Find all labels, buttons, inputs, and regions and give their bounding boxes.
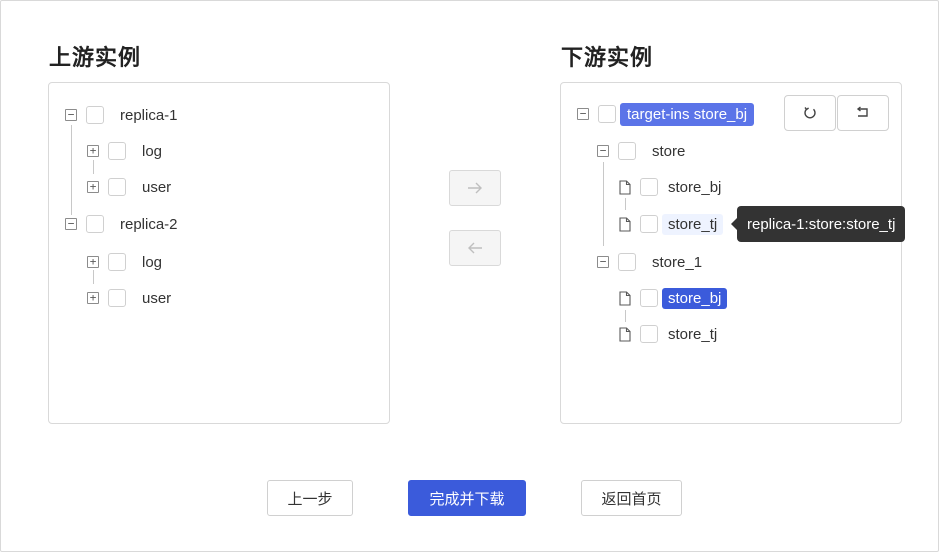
node-label[interactable]: store_1 [646,252,708,273]
node-label[interactable]: store [646,141,691,162]
node-label[interactable]: store_bj [662,177,727,198]
tree-leaf-store-tj[interactable]: store_tj [619,322,723,346]
refresh-button[interactable] [784,95,836,131]
finish-download-button[interactable]: 完成并下载 [408,480,526,516]
tree-node-store[interactable]: − store [597,139,691,163]
node-label[interactable]: store_tj [662,213,724,235]
tree-node-user[interactable]: + user [87,286,177,310]
checkbox[interactable] [618,142,636,160]
collapse-icon[interactable]: − [597,256,609,268]
checkbox[interactable] [86,106,104,124]
checkbox[interactable] [598,105,616,123]
return-button[interactable] [837,95,889,131]
file-icon [619,290,631,306]
checkbox[interactable] [640,289,658,307]
checkbox[interactable] [618,253,636,271]
arrow-right-icon [468,182,482,194]
node-label[interactable]: user [136,288,177,309]
expand-icon[interactable]: + [87,256,99,268]
transfer-left-button[interactable] [449,230,501,266]
arrow-left-icon [468,242,482,254]
checkbox[interactable] [108,289,126,307]
checkbox[interactable] [108,253,126,271]
tree-node-replica-2[interactable]: − replica-2 [65,212,184,236]
node-label[interactable]: replica-1 [114,105,184,126]
downstream-title: 下游实例 [561,46,654,71]
node-label[interactable]: log [136,141,168,162]
refresh-icon [804,107,816,119]
checkbox[interactable] [108,142,126,160]
expand-icon[interactable]: + [87,145,99,157]
tree-guide-line [71,125,72,215]
return-home-button[interactable]: 返回首页 [581,480,682,516]
tree-guide-line [625,198,626,210]
file-icon [619,326,631,342]
checkbox[interactable] [108,178,126,196]
tree-node-store-1[interactable]: − store_1 [597,250,708,274]
prev-step-button[interactable]: 上一步 [267,480,353,516]
expand-icon[interactable]: + [87,292,99,304]
checkbox[interactable] [640,325,658,343]
node-label[interactable]: store_bj [662,287,728,309]
node-label[interactable]: log [136,252,168,273]
upstream-title: 上游实例 [49,46,142,71]
collapse-icon[interactable]: − [577,108,589,120]
tree-node-user[interactable]: + user [87,175,177,199]
checkbox[interactable] [86,215,104,233]
tree-guide-line [625,310,626,322]
checkbox[interactable] [640,178,658,196]
transfer-right-button[interactable] [449,170,501,206]
collapse-icon[interactable]: − [65,218,77,230]
file-icon [619,179,631,195]
tree-node-log[interactable]: + log [87,250,168,274]
tooltip: replica-1:store:store_tj [730,206,906,242]
tree-node-log[interactable]: + log [87,139,168,163]
tree-guide-line [603,162,604,246]
tree-node-target-ins[interactable]: − target-ins store_bj [577,102,755,126]
tree-leaf-store-bj[interactable]: store_bj [619,286,728,310]
node-label[interactable]: target-ins store_bj [620,102,755,126]
return-icon [856,106,868,117]
checkbox[interactable] [640,215,658,233]
tree-leaf-store-tj[interactable]: store_tj [619,212,724,236]
tree-leaf-store-bj[interactable]: store_bj [619,175,727,199]
node-label[interactable]: replica-2 [114,214,184,235]
tree-node-replica-1[interactable]: − replica-1 [65,103,184,127]
collapse-icon[interactable]: − [597,145,609,157]
node-label[interactable]: user [136,177,177,198]
collapse-icon[interactable]: − [65,109,77,121]
expand-icon[interactable]: + [87,181,99,193]
node-label[interactable]: store_tj [662,324,723,345]
file-icon [619,216,631,232]
